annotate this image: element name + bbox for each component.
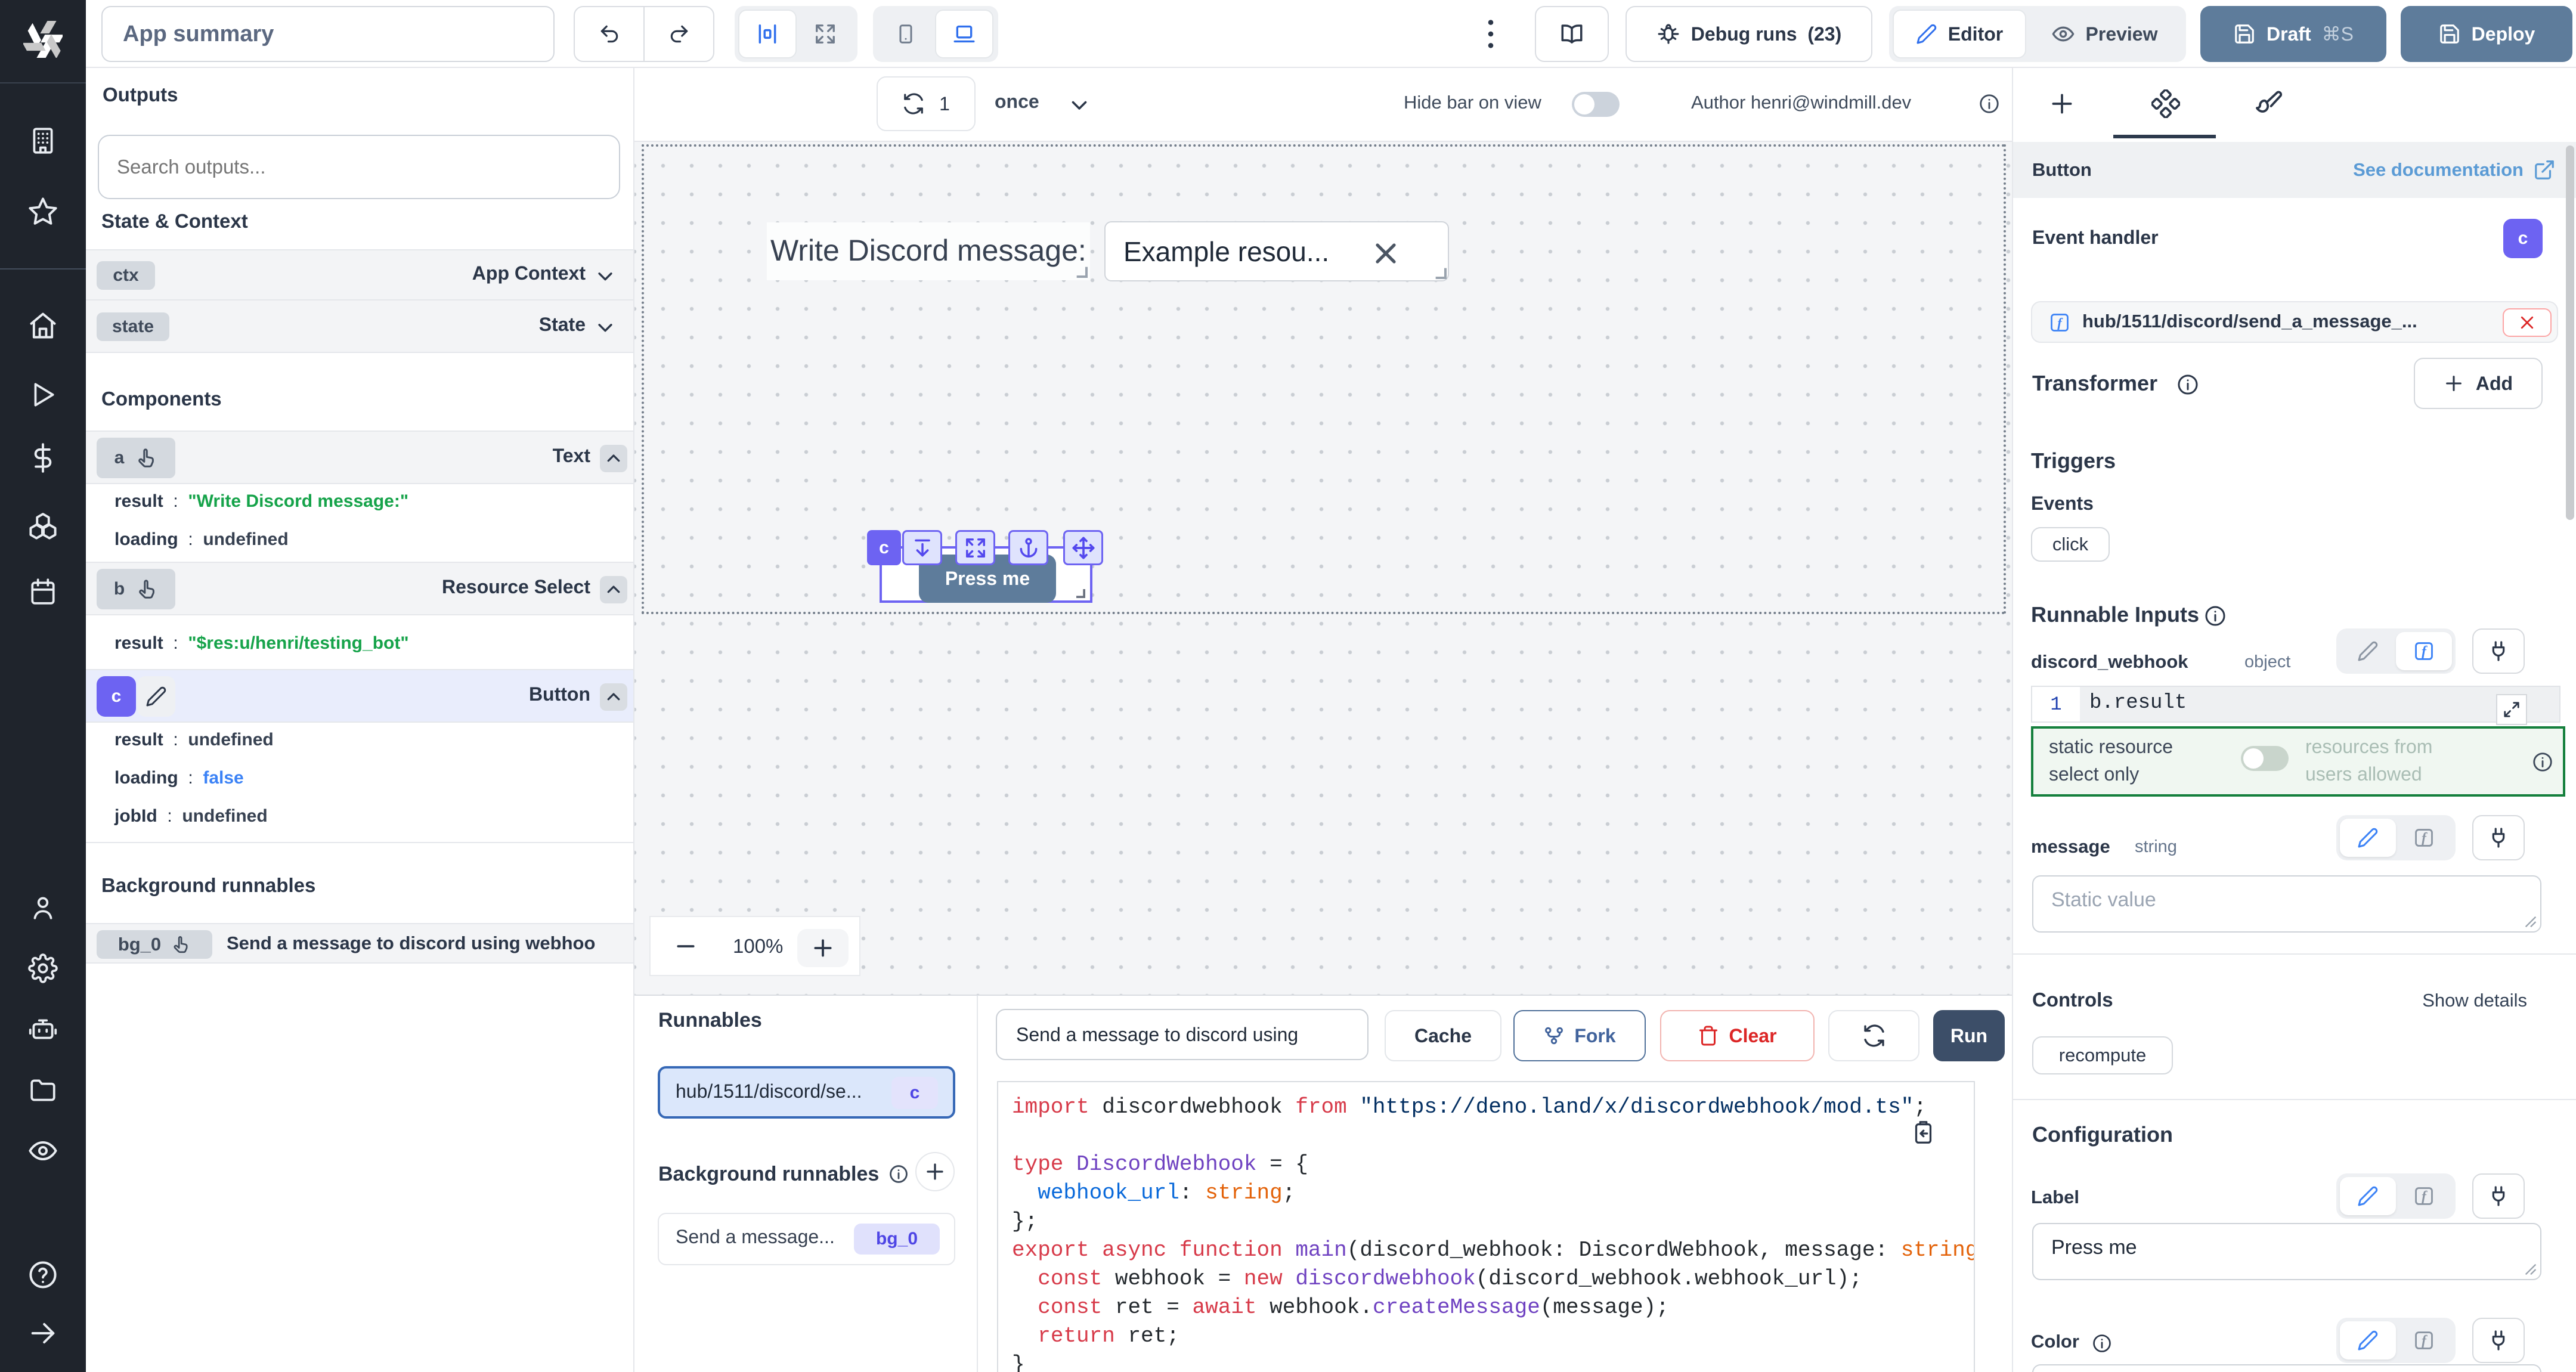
svg-text:f: f bbox=[2057, 315, 2063, 330]
svg-text:f: f bbox=[2422, 644, 2428, 659]
svg-text:f: f bbox=[2422, 831, 2428, 846]
svg-text:f: f bbox=[2422, 1189, 2428, 1204]
svg-text:f: f bbox=[2422, 1333, 2428, 1349]
